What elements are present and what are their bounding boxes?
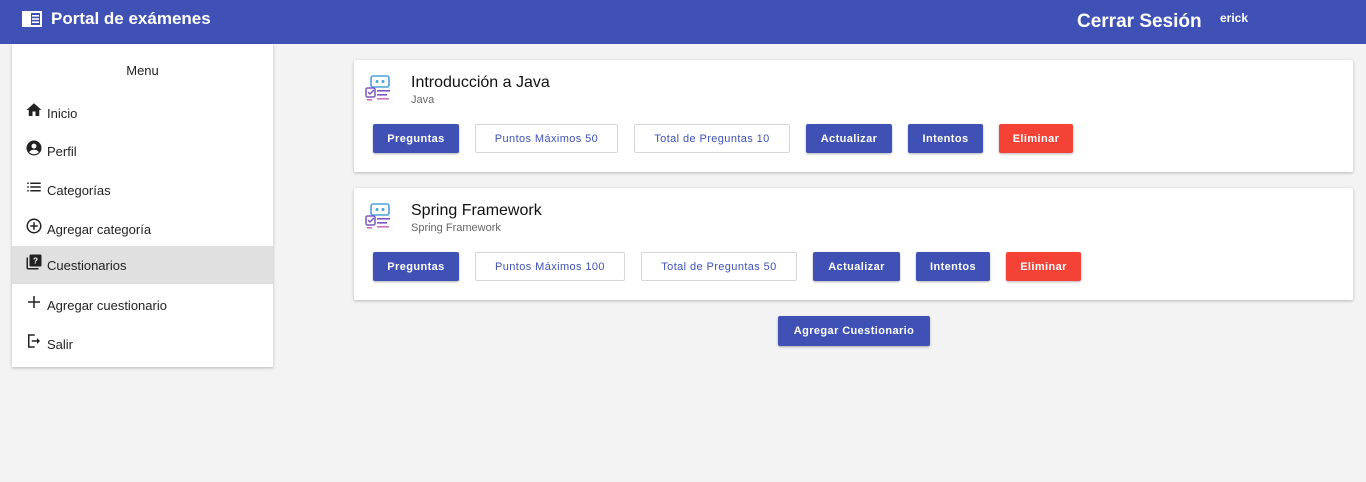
sidebar-item-agregar-categoria[interactable]: Agregar categoría	[12, 210, 273, 248]
sidebar-item-label: Perfil	[47, 144, 77, 159]
sidebar-item-label: Agregar categoría	[47, 222, 152, 237]
quiz-category: Java	[411, 94, 435, 106]
quiz-avatar-icon	[365, 203, 390, 229]
app-title: Portal de exámenes	[51, 9, 211, 28]
attempts-button[interactable]: Intentos	[908, 124, 983, 153]
svg-text:?: ?	[33, 257, 38, 266]
sidebar-item-label: Inicio	[47, 106, 78, 121]
delete-button[interactable]: Eliminar	[999, 124, 1073, 153]
account-circle-icon	[26, 140, 42, 156]
menu-title: Menu	[126, 63, 159, 78]
sidebar-item-inicio[interactable]: Inicio	[12, 94, 273, 132]
sidebar-item-label: Categorías	[47, 183, 111, 198]
home-icon	[26, 103, 42, 116]
total-questions-button[interactable]: Total de Preguntas 50	[641, 252, 797, 281]
sidebar-menu: Menu Inicio Perfil Categorías Agregar ca…	[12, 44, 273, 367]
sidebar-item-categorias[interactable]: Categorías	[12, 171, 273, 209]
questions-button[interactable]: Preguntas	[373, 252, 459, 281]
sidebar-item-perfil[interactable]: Perfil	[12, 132, 273, 170]
plus-icon	[28, 296, 40, 308]
username-label: erick	[1220, 11, 1249, 25]
chrome-reader-mode-icon	[22, 11, 42, 27]
logout-icon	[28, 334, 40, 348]
list-icon	[27, 182, 41, 192]
sidebar-item-label: Agregar cuestionario	[47, 298, 167, 313]
sidebar-item-label: Salir	[47, 337, 74, 352]
add-quiz-button[interactable]: Agregar Cuestionario	[778, 316, 930, 346]
sidebar-item-label: Cuestionarios	[47, 258, 127, 273]
logout-button[interactable]: Cerrar Sesión	[1077, 11, 1202, 33]
attempts-button[interactable]: Intentos	[916, 252, 990, 281]
sidebar-item-cuestionarios[interactable]: ? Cuestionarios	[12, 246, 273, 284]
top-toolbar: Portal de exámenes Cerrar Sesión erick	[0, 0, 1366, 44]
quiz-category: Spring Framework	[411, 222, 501, 234]
sidebar-item-salir[interactable]: Salir	[12, 325, 273, 363]
quiz-card: Introducción a Java Java Preguntas Punto…	[354, 60, 1353, 172]
sidebar-item-agregar-cuestionario[interactable]: Agregar cuestionario	[12, 286, 273, 324]
total-questions-button[interactable]: Total de Preguntas 10	[634, 124, 790, 153]
questions-button[interactable]: Preguntas	[373, 124, 459, 153]
quiz-avatar-icon	[365, 75, 390, 101]
max-points-button[interactable]: Puntos Máximos 100	[475, 252, 625, 281]
quiz-title: Introducción a Java	[411, 74, 550, 91]
update-button[interactable]: Actualizar	[806, 124, 892, 153]
max-points-button[interactable]: Puntos Máximos 50	[475, 124, 618, 153]
quiz-card: Spring Framework Spring Framework Pregun…	[354, 188, 1353, 300]
add-circle-outline-icon	[26, 218, 42, 234]
quiz-title: Spring Framework	[411, 202, 542, 219]
quiz-icon: ?	[26, 254, 42, 270]
update-button[interactable]: Actualizar	[813, 252, 900, 281]
delete-button[interactable]: Eliminar	[1006, 252, 1081, 281]
